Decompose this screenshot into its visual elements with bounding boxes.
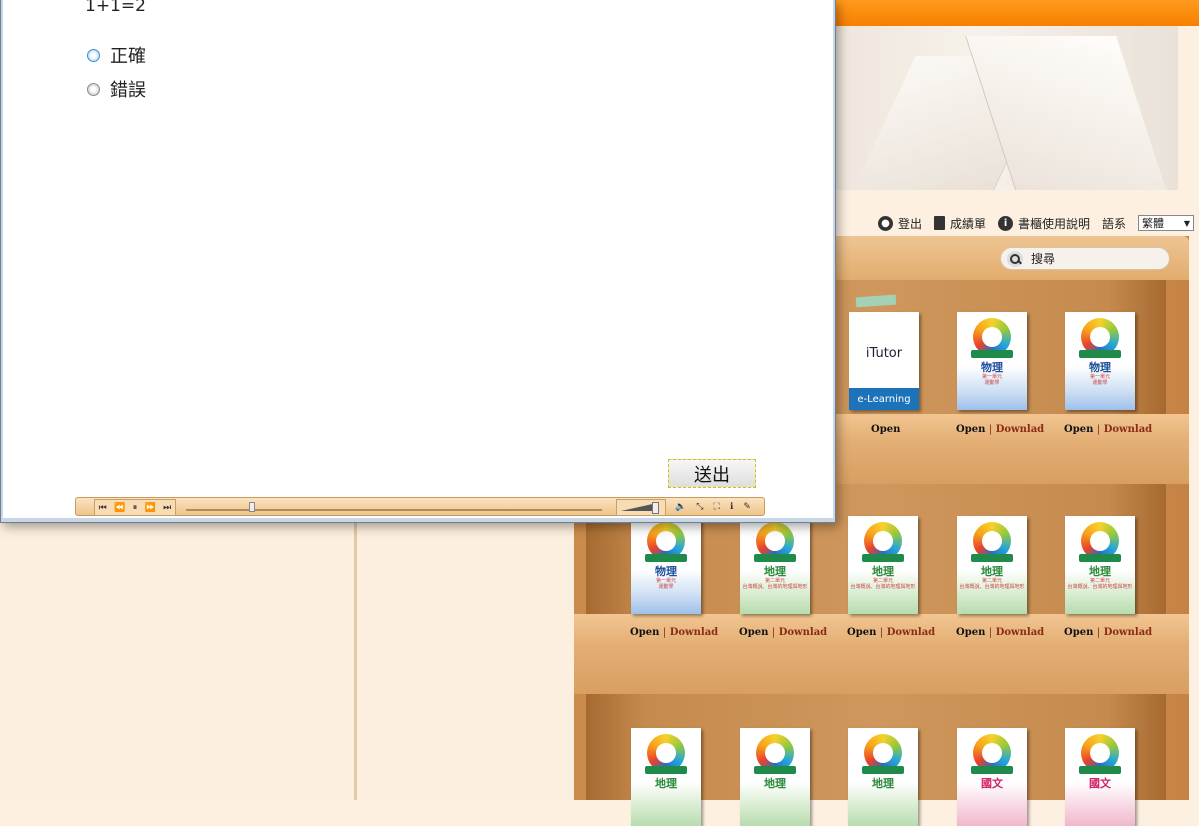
progress-thumb[interactable] xyxy=(249,502,255,512)
open-link[interactable]: Open xyxy=(956,627,985,638)
book-actions: Open | Downlad xyxy=(956,627,1045,638)
option-false[interactable]: 錯誤 xyxy=(87,76,146,102)
book-actions: Open | Downlad xyxy=(630,627,719,638)
book-cover[interactable]: 地理 第二單元 台灣概說、台灣的地理與地形 xyxy=(848,516,918,614)
quiz-content: 1+1=2 正確 錯誤 送出 ⏮ ⏪ ⏸ ⏩ ⏭ 🔈 ⤡ ⛶ ℹ ✎ xyxy=(3,0,833,518)
book-cover[interactable]: 地理 第二單元 台灣概說、台灣的地理與地形 xyxy=(957,516,1027,614)
forward-icon[interactable]: ⏩ xyxy=(145,503,156,513)
quiz-popup-window: 1+1=2 正確 錯誤 送出 ⏮ ⏪ ⏸ ⏩ ⏭ 🔈 ⤡ ⛶ ℹ ✎ xyxy=(0,0,836,523)
book-banner-image xyxy=(836,26,1178,190)
radio-true[interactable] xyxy=(87,48,100,62)
logout-link[interactable]: ● 登出 xyxy=(878,215,922,232)
speaker-icon[interactable]: 🔈 xyxy=(675,502,686,512)
book-cover[interactable]: 物理 第一單元 運動學 xyxy=(631,516,701,614)
report-card-link[interactable]: 成績單 xyxy=(934,215,986,232)
book-cover[interactable]: 國文 xyxy=(1065,728,1135,826)
book-cover[interactable]: 物理 第一單元 運動學 xyxy=(957,312,1027,410)
shrink-icon[interactable]: ⤡ xyxy=(696,502,703,512)
option-label: 正確 xyxy=(110,46,146,67)
download-link[interactable]: Downlad xyxy=(996,424,1045,435)
info-icon: i xyxy=(998,215,1014,231)
download-link[interactable]: Downlad xyxy=(779,627,828,638)
book-cover[interactable]: 地理 xyxy=(631,728,701,826)
question-text: 1+1=2 xyxy=(85,0,146,16)
playback-controls: ⏮ ⏪ ⏸ ⏩ ⏭ xyxy=(94,499,176,516)
fullscreen-icon[interactable]: ⛶ xyxy=(714,502,720,512)
open-link[interactable]: Open xyxy=(871,424,900,435)
book-actions: Open | Downlad xyxy=(739,627,828,638)
book-cover[interactable]: 地理 第二單元 台灣概說、台灣的地理與地形 xyxy=(1065,516,1135,614)
top-orange-bar xyxy=(836,0,1199,26)
book-actions: Open | Downlad xyxy=(956,424,1045,435)
last-icon[interactable]: ⏭ xyxy=(163,503,171,513)
user-icon: ● xyxy=(878,215,893,231)
open-link[interactable]: Open xyxy=(847,627,876,638)
book-cover[interactable]: 地理 xyxy=(740,728,810,826)
download-link[interactable]: Downlad xyxy=(1104,627,1153,638)
open-link[interactable]: Open xyxy=(739,627,768,638)
book-actions: Open xyxy=(871,424,900,435)
book-title: iTutor xyxy=(865,346,903,361)
open-link[interactable]: Open xyxy=(630,627,659,638)
book-band: e-Learning xyxy=(849,388,919,410)
open-link[interactable]: Open xyxy=(956,424,985,435)
download-link[interactable]: Downlad xyxy=(1104,424,1153,435)
help-link[interactable]: i 書櫃使用說明 xyxy=(998,215,1090,232)
search-input[interactable]: 搜尋 xyxy=(1000,247,1170,270)
option-label: 錯誤 xyxy=(110,80,146,101)
notes-icon[interactable]: ✎ xyxy=(743,502,751,512)
book-cover[interactable]: 地理 第二單元 台灣概說、台灣的地理與地形 xyxy=(740,516,810,614)
first-icon[interactable]: ⏮ xyxy=(99,503,107,513)
top-nav: ● 登出 成績單 i 書櫃使用說明 語系 繁體 ▼ xyxy=(836,210,1199,236)
submit-button[interactable]: 送出 xyxy=(668,459,756,488)
dropdown-arrow-icon: ▼ xyxy=(1183,218,1191,228)
book-actions: Open | Downlad xyxy=(847,627,936,638)
pause-icon[interactable]: ⏸ xyxy=(133,503,138,513)
language-select[interactable]: 繁體 ▼ xyxy=(1138,215,1195,231)
book-actions: Open | Downlad xyxy=(1064,424,1153,435)
radio-false[interactable] xyxy=(87,82,100,96)
info-icon[interactable]: ℹ xyxy=(730,502,733,512)
media-player-bar: ⏮ ⏪ ⏸ ⏩ ⏭ 🔈 ⤡ ⛶ ℹ ✎ xyxy=(75,497,765,516)
open-link[interactable]: Open xyxy=(1064,424,1093,435)
book-cover[interactable]: 國文 xyxy=(957,728,1027,826)
language-label: 語系 xyxy=(1102,216,1127,231)
open-link[interactable]: Open xyxy=(1064,627,1093,638)
volume-slider[interactable] xyxy=(616,499,666,516)
rewind-icon[interactable]: ⏪ xyxy=(114,503,125,513)
report-icon xyxy=(934,216,946,230)
option-true[interactable]: 正確 xyxy=(87,42,146,68)
search-icon xyxy=(1007,250,1023,267)
download-link[interactable]: Downlad xyxy=(887,627,936,638)
player-extra-controls: 🔈 ⤡ ⛶ ℹ ✎ xyxy=(670,499,756,514)
book-cover[interactable]: 物理 第一單元 運動學 xyxy=(1065,312,1135,410)
book-itutor[interactable]: iTutor e-Learning xyxy=(849,312,919,410)
download-link[interactable]: Downlad xyxy=(996,627,1045,638)
download-link[interactable]: Downlad xyxy=(670,627,719,638)
book-actions: Open | Downlad xyxy=(1064,627,1153,638)
book-cover[interactable]: 地理 xyxy=(848,728,918,826)
